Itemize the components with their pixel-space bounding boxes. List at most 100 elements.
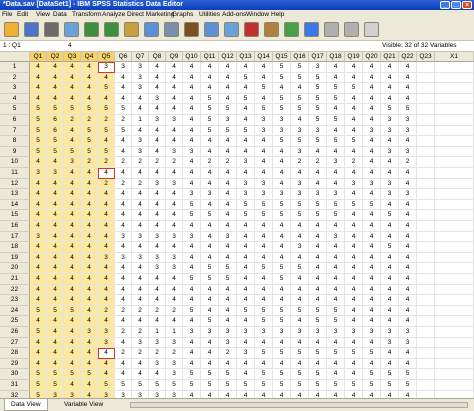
data-cell[interactable]: 4 xyxy=(273,252,291,264)
data-cell[interactable]: 4 xyxy=(399,199,417,211)
data-cell[interactable]: 4 xyxy=(64,83,81,94)
data-cell[interactable]: 4 xyxy=(166,136,183,147)
data-cell[interactable]: 4 xyxy=(183,136,201,147)
data-cell[interactable]: 4 xyxy=(255,231,273,243)
data-cell[interactable]: 4 xyxy=(345,263,363,274)
data-cell[interactable]: 4 xyxy=(381,157,399,168)
data-cell[interactable]: 5 xyxy=(273,72,291,84)
data-cell[interactable]: 3 xyxy=(381,146,399,158)
weight-cases-icon[interactable] xyxy=(264,22,279,37)
data-cell[interactable]: 4 xyxy=(98,295,115,306)
data-cell[interactable]: 4 xyxy=(115,136,132,147)
data-cell[interactable] xyxy=(417,295,435,306)
data-cell[interactable]: 3 xyxy=(273,327,291,338)
spelling-icon[interactable] xyxy=(364,22,379,37)
data-cell[interactable]: 4 xyxy=(309,358,327,370)
data-cell[interactable] xyxy=(417,284,435,296)
data-cell[interactable]: 4 xyxy=(201,168,219,179)
data-cell[interactable]: 4 xyxy=(363,157,381,168)
menu-file[interactable]: File xyxy=(2,10,12,20)
data-cell[interactable]: 4 xyxy=(64,284,81,296)
data-cell[interactable]: 5 xyxy=(327,115,345,126)
data-cell[interactable]: 4 xyxy=(219,62,237,73)
empty-cell[interactable] xyxy=(435,210,474,221)
data-cell[interactable]: 4 xyxy=(327,369,345,380)
data-cell[interactable]: 4 xyxy=(327,62,345,73)
data-cell[interactable]: 5 xyxy=(327,316,345,327)
data-cell[interactable]: 4 xyxy=(237,295,255,306)
data-cell[interactable]: 3 xyxy=(327,231,345,243)
data-cell[interactable]: 4 xyxy=(30,83,47,94)
data-cell[interactable]: 4 xyxy=(273,146,291,158)
column-header-q6[interactable]: Q6 xyxy=(115,52,132,62)
data-cell[interactable]: 4 xyxy=(183,115,201,126)
data-cell[interactable]: 4 xyxy=(237,284,255,296)
tab-variable-view[interactable]: Variable View xyxy=(58,399,109,410)
column-header-q15[interactable]: Q15 xyxy=(273,52,291,62)
data-cell[interactable]: 4 xyxy=(255,252,273,264)
data-cell[interactable]: 2 xyxy=(345,157,363,168)
open-icon[interactable] xyxy=(4,22,19,37)
data-cell[interactable]: 5 xyxy=(201,210,219,221)
data-cell[interactable]: 4 xyxy=(399,168,417,179)
data-cell[interactable]: 3 xyxy=(166,146,183,158)
row-header[interactable]: 26 xyxy=(0,327,30,338)
column-header-q2[interactable]: Q2 xyxy=(47,52,64,62)
data-cell[interactable]: 4 xyxy=(309,242,327,253)
data-cell[interactable]: 4 xyxy=(219,199,237,211)
data-cell[interactable]: 4 xyxy=(363,146,381,158)
data-cell[interactable]: 4 xyxy=(327,358,345,370)
data-cell[interactable]: 3 xyxy=(255,178,273,190)
empty-cell[interactable] xyxy=(435,157,474,168)
data-cell[interactable]: 5 xyxy=(327,210,345,221)
data-cell[interactable]: 3 xyxy=(309,189,327,200)
value-labels-icon[interactable] xyxy=(304,22,319,37)
data-cell[interactable]: 5 xyxy=(381,210,399,221)
data-cell[interactable]: 4 xyxy=(47,221,64,232)
data-cell[interactable]: 4 xyxy=(273,221,291,232)
empty-cell[interactable] xyxy=(435,369,474,380)
data-cell[interactable]: 5 xyxy=(309,83,327,94)
data-cell[interactable]: 4 xyxy=(132,210,149,221)
data-cell[interactable]: 4 xyxy=(345,337,363,349)
data-cell[interactable]: 4 xyxy=(64,327,81,338)
data-cell[interactable]: 4 xyxy=(273,83,291,94)
row-header[interactable]: 21 xyxy=(0,274,30,285)
empty-cell[interactable] xyxy=(435,125,474,137)
data-cell[interactable]: 5 xyxy=(64,369,81,380)
data-cell[interactable]: 4 xyxy=(115,168,132,179)
data-cell[interactable]: 4 xyxy=(64,136,81,147)
data-cell[interactable]: 5 xyxy=(183,380,201,391)
data-cell[interactable]: 5 xyxy=(399,380,417,391)
data-cell[interactable]: 5 xyxy=(255,263,273,274)
empty-cell[interactable] xyxy=(435,62,474,73)
data-cell[interactable]: 3 xyxy=(399,125,417,137)
data-cell[interactable]: 4 xyxy=(98,274,115,285)
data-cell[interactable] xyxy=(417,252,435,264)
data-cell[interactable]: 3 xyxy=(166,252,183,264)
data-cell[interactable]: 3 xyxy=(183,146,201,158)
data-cell[interactable]: 5 xyxy=(345,199,363,211)
data-cell[interactable]: 4 xyxy=(327,263,345,274)
data-cell[interactable]: 3 xyxy=(132,136,149,147)
data-cell[interactable]: 4 xyxy=(201,242,219,253)
data-cell[interactable]: 4 xyxy=(115,199,132,211)
data-cell[interactable]: 4 xyxy=(345,104,363,115)
data-cell[interactable]: 4 xyxy=(64,93,81,105)
data-cell[interactable]: 4 xyxy=(81,210,98,221)
data-cell[interactable]: 3 xyxy=(255,327,273,338)
data-cell[interactable]: 4 xyxy=(149,316,166,327)
data-cell[interactable]: 4 xyxy=(47,178,64,190)
goto-variable-icon[interactable] xyxy=(144,22,159,37)
data-cell[interactable]: 4 xyxy=(291,231,309,243)
empty-cell[interactable] xyxy=(435,115,474,126)
data-cell[interactable]: 5 xyxy=(291,348,309,359)
data-cell[interactable]: 4 xyxy=(291,358,309,370)
data-cell[interactable]: 3 xyxy=(183,231,201,243)
column-header-q18[interactable]: Q18 xyxy=(327,52,345,62)
data-cell[interactable]: 5 xyxy=(115,104,132,115)
data-cell[interactable]: 4 xyxy=(399,83,417,94)
data-cell[interactable]: 4 xyxy=(309,274,327,285)
data-cell[interactable]: 4 xyxy=(381,93,399,105)
data-cell[interactable]: 4 xyxy=(381,83,399,94)
